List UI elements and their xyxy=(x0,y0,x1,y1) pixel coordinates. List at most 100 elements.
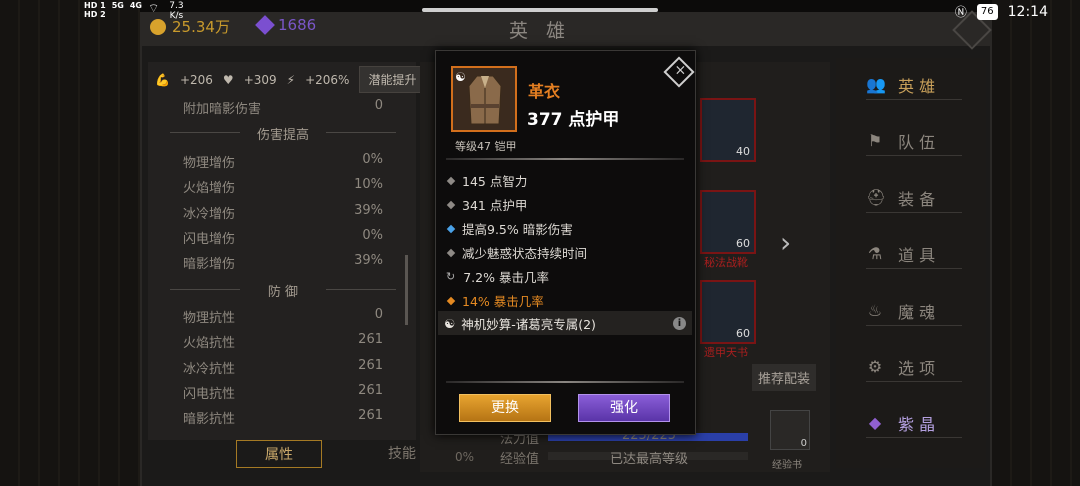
stat-label: 冰冷抗性 xyxy=(183,362,236,377)
lightning-icon: ⚡ xyxy=(286,72,296,87)
stat-label: 闪电抗性 xyxy=(183,387,236,402)
set-bonus-text: 神机妙算-诸葛亮专属(2) xyxy=(461,316,596,332)
replace-button[interactable]: 更换 xyxy=(459,394,551,422)
battery-indicator: 76 xyxy=(976,3,998,20)
network-label-1: HD 1 xyxy=(84,1,106,10)
right-background-decoration xyxy=(992,0,1080,486)
info-icon[interactable]: i xyxy=(673,316,686,330)
status-bar: HD 1 HD 2 5G 4G ⌔ 7.3 K/s Ⓝ 76 12:14 xyxy=(0,0,1080,26)
menu-item-label: 选 项 xyxy=(898,358,936,378)
potential-upgrade-button[interactable]: 潜能提升 xyxy=(359,66,426,93)
menu-item-label: 队 伍 xyxy=(898,132,936,152)
people-icon: 👥 xyxy=(866,75,886,94)
stat-label: 物理增伤 xyxy=(183,156,236,171)
nfc-icon: Ⓝ xyxy=(954,5,967,19)
exp-book-slot[interactable]: 0 xyxy=(770,410,810,450)
net-speed-value: 7.3 xyxy=(169,1,184,11)
exp-book-count: 0 xyxy=(800,438,807,449)
leather-coat-icon xyxy=(468,75,502,125)
equipment-slot-book[interactable]: 60 xyxy=(700,280,756,344)
exp-value: 已达最高等级 xyxy=(610,452,689,467)
menu-item-hero[interactable]: 👥 英 雄 xyxy=(866,70,962,100)
stats-scrollbar[interactable] xyxy=(405,255,408,325)
recommend-loadout-button[interactable]: 推荐配装 xyxy=(752,364,817,391)
network-label-2: HD 2 xyxy=(84,10,106,19)
stat-row: 物理抗性 0 xyxy=(183,307,383,326)
stat-label: 附加暗影伤害 xyxy=(183,102,262,117)
stat-row: 物理增伤 0% xyxy=(183,152,383,171)
gear-icon: ⚙ xyxy=(867,357,883,376)
stat-value: 0% xyxy=(362,228,383,243)
slot-label-book: 遗甲天书 xyxy=(704,346,748,359)
menu-item-label: 英 雄 xyxy=(898,76,936,96)
chevron-right-icon[interactable]: › xyxy=(780,226,791,259)
slot-label-boots: 秘法战靴 xyxy=(704,256,748,269)
yin-yang-icon: ☯ xyxy=(444,315,456,331)
strength-icon: 💪 xyxy=(155,72,170,87)
flag-icon: ⚑ xyxy=(867,131,883,150)
equipment-slot-weapon[interactable]: 40 xyxy=(700,98,756,162)
stat-row: 暗影抗性 261 xyxy=(183,408,383,427)
menu-item-options[interactable]: ⚙ 选 项 xyxy=(866,352,962,382)
stat-row: 冰冷增伤 39% xyxy=(183,203,383,222)
stat-value: 0 xyxy=(374,307,383,322)
summary-power: +206% xyxy=(305,72,350,87)
stat-label: 暗影抗性 xyxy=(183,412,236,427)
equipment-slot-boots[interactable]: 60 xyxy=(700,190,756,254)
wifi-icon: ⌔ xyxy=(147,1,160,15)
yin-yang-icon: ☯ xyxy=(455,70,466,84)
menu-item-amethyst[interactable]: ◆ 紫 晶 xyxy=(866,408,962,438)
item-level-type: 等级47 铠甲 xyxy=(455,140,517,153)
refresh-icon: ↻ xyxy=(446,270,456,283)
property-text: 7.2% 暴击几率 xyxy=(463,270,549,285)
diamond-bullet-icon xyxy=(446,296,456,305)
flame-icon: ♨ xyxy=(867,301,883,320)
signal-5g-label: 5G xyxy=(111,1,124,10)
enhance-button[interactable]: 强化 xyxy=(578,394,670,422)
stat-value: 261 xyxy=(358,408,383,423)
item-property: 341 点护甲 xyxy=(446,195,686,214)
stat-value: 10% xyxy=(354,177,383,192)
tab-attributes[interactable]: 属性 xyxy=(236,440,322,468)
stat-label: 物理抗性 xyxy=(183,311,236,326)
exp-label: 经验值 xyxy=(500,452,540,467)
crystal-icon: ◆ xyxy=(868,413,882,432)
item-main-stat: 377 点护甲 xyxy=(527,110,620,130)
menu-item-items[interactable]: ⚗ 道 具 xyxy=(866,239,962,269)
stat-row: 火焰抗性 261 xyxy=(183,332,383,351)
stat-row: 附加暗影伤害 0 xyxy=(183,98,383,117)
menu-item-label: 魔 魂 xyxy=(898,302,936,322)
close-icon: × xyxy=(674,62,687,79)
clock: 12:14 xyxy=(1007,3,1048,20)
net-speed-unit: K/s xyxy=(169,11,184,21)
stat-row: 暗影增伤 39% xyxy=(183,253,383,272)
item-property: 14% 暴击几率 xyxy=(446,291,686,310)
diamond-bullet-icon xyxy=(446,176,456,185)
menu-item-team[interactable]: ⚑ 队 伍 xyxy=(866,126,962,156)
stat-label: 冰冷增伤 xyxy=(183,207,236,222)
item-property: 减少魅惑状态持续时间 xyxy=(446,243,686,262)
exp-book-label: 经验书 xyxy=(772,460,802,471)
menu-item-label: 紫 晶 xyxy=(898,414,936,434)
stat-label: 暗影增伤 xyxy=(183,257,236,272)
menu-item-soul[interactable]: ♨ 魔 魂 xyxy=(866,296,962,326)
set-bonus-row[interactable]: ☯ 神机妙算-诸葛亮专属(2) i xyxy=(438,311,692,335)
diamond-bullet-icon xyxy=(446,200,456,209)
item-property: 提高9.5% 暗影伤害 xyxy=(446,219,686,238)
stat-label: 闪电增伤 xyxy=(183,232,236,247)
slot-level: 60 xyxy=(736,237,750,250)
menu-item-label: 道 具 xyxy=(898,245,936,265)
summary-health: +309 xyxy=(243,72,277,87)
stat-value: 261 xyxy=(358,383,383,398)
item-property: ↻ 7.2% 暴击几率 xyxy=(446,267,686,286)
stat-row: 火焰增伤 10% xyxy=(183,177,383,196)
helmet-icon: ⛑ xyxy=(866,188,887,207)
stat-value: 261 xyxy=(358,358,383,373)
stat-value: 39% xyxy=(354,203,383,218)
property-text: 14% 暴击几率 xyxy=(462,294,544,309)
left-background-decoration xyxy=(0,0,140,486)
stat-value: 0% xyxy=(362,152,383,167)
menu-item-equipment[interactable]: ⛑ 装 备 xyxy=(866,183,962,213)
property-text: 341 点护甲 xyxy=(462,198,528,213)
section-defense-header: 防 御 xyxy=(170,281,396,300)
